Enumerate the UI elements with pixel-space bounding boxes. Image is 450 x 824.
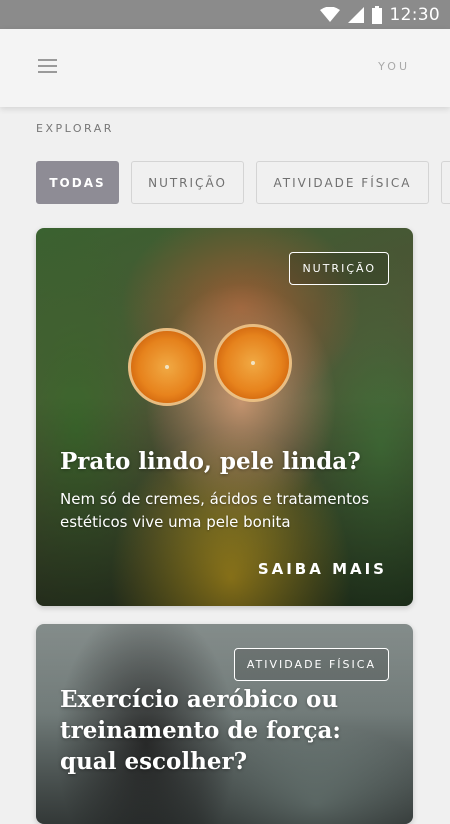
article-card[interactable]: NUTRIÇÃO Prato lindo, pele linda? Nem só…: [36, 228, 413, 606]
card-title: Exercício aeróbico ou treinamento de for…: [60, 686, 341, 775]
card-title: Prato lindo, pele linda?: [60, 448, 361, 475]
filter-chip-todas[interactable]: TODAS: [36, 161, 119, 204]
profile-button[interactable]: YOU: [378, 60, 410, 73]
section-title: EXPLORAR: [36, 122, 114, 135]
category-tag: NUTRIÇÃO: [289, 252, 389, 285]
status-icons: 12:30: [319, 4, 441, 26]
wifi-icon: [319, 7, 340, 22]
signal-icon: [347, 7, 364, 23]
filter-chips: TODAS NUTRIÇÃO ATIVIDADE FÍSICA: [36, 161, 450, 205]
filter-chip-atividade-fisica[interactable]: ATIVIDADE FÍSICA: [256, 161, 429, 204]
category-tag: ATIVIDADE FÍSICA: [233, 648, 389, 681]
filter-chip-nutricao[interactable]: NUTRIÇÃO: [131, 161, 244, 204]
app-bar: YOU: [0, 29, 450, 107]
read-more-button[interactable]: SAIBA MAIS: [258, 560, 387, 578]
status-time: 12:30: [389, 5, 440, 25]
filter-chip-more[interactable]: [441, 161, 450, 204]
menu-icon[interactable]: [38, 58, 58, 74]
card-description: Nem só de cremes, ácidos e tratamentos e…: [60, 490, 370, 531]
status-bar: 12:30: [0, 0, 450, 29]
battery-icon: [371, 6, 382, 24]
article-card[interactable]: ATIVIDADE FÍSICA Exercício aeróbico ou t…: [36, 624, 413, 824]
